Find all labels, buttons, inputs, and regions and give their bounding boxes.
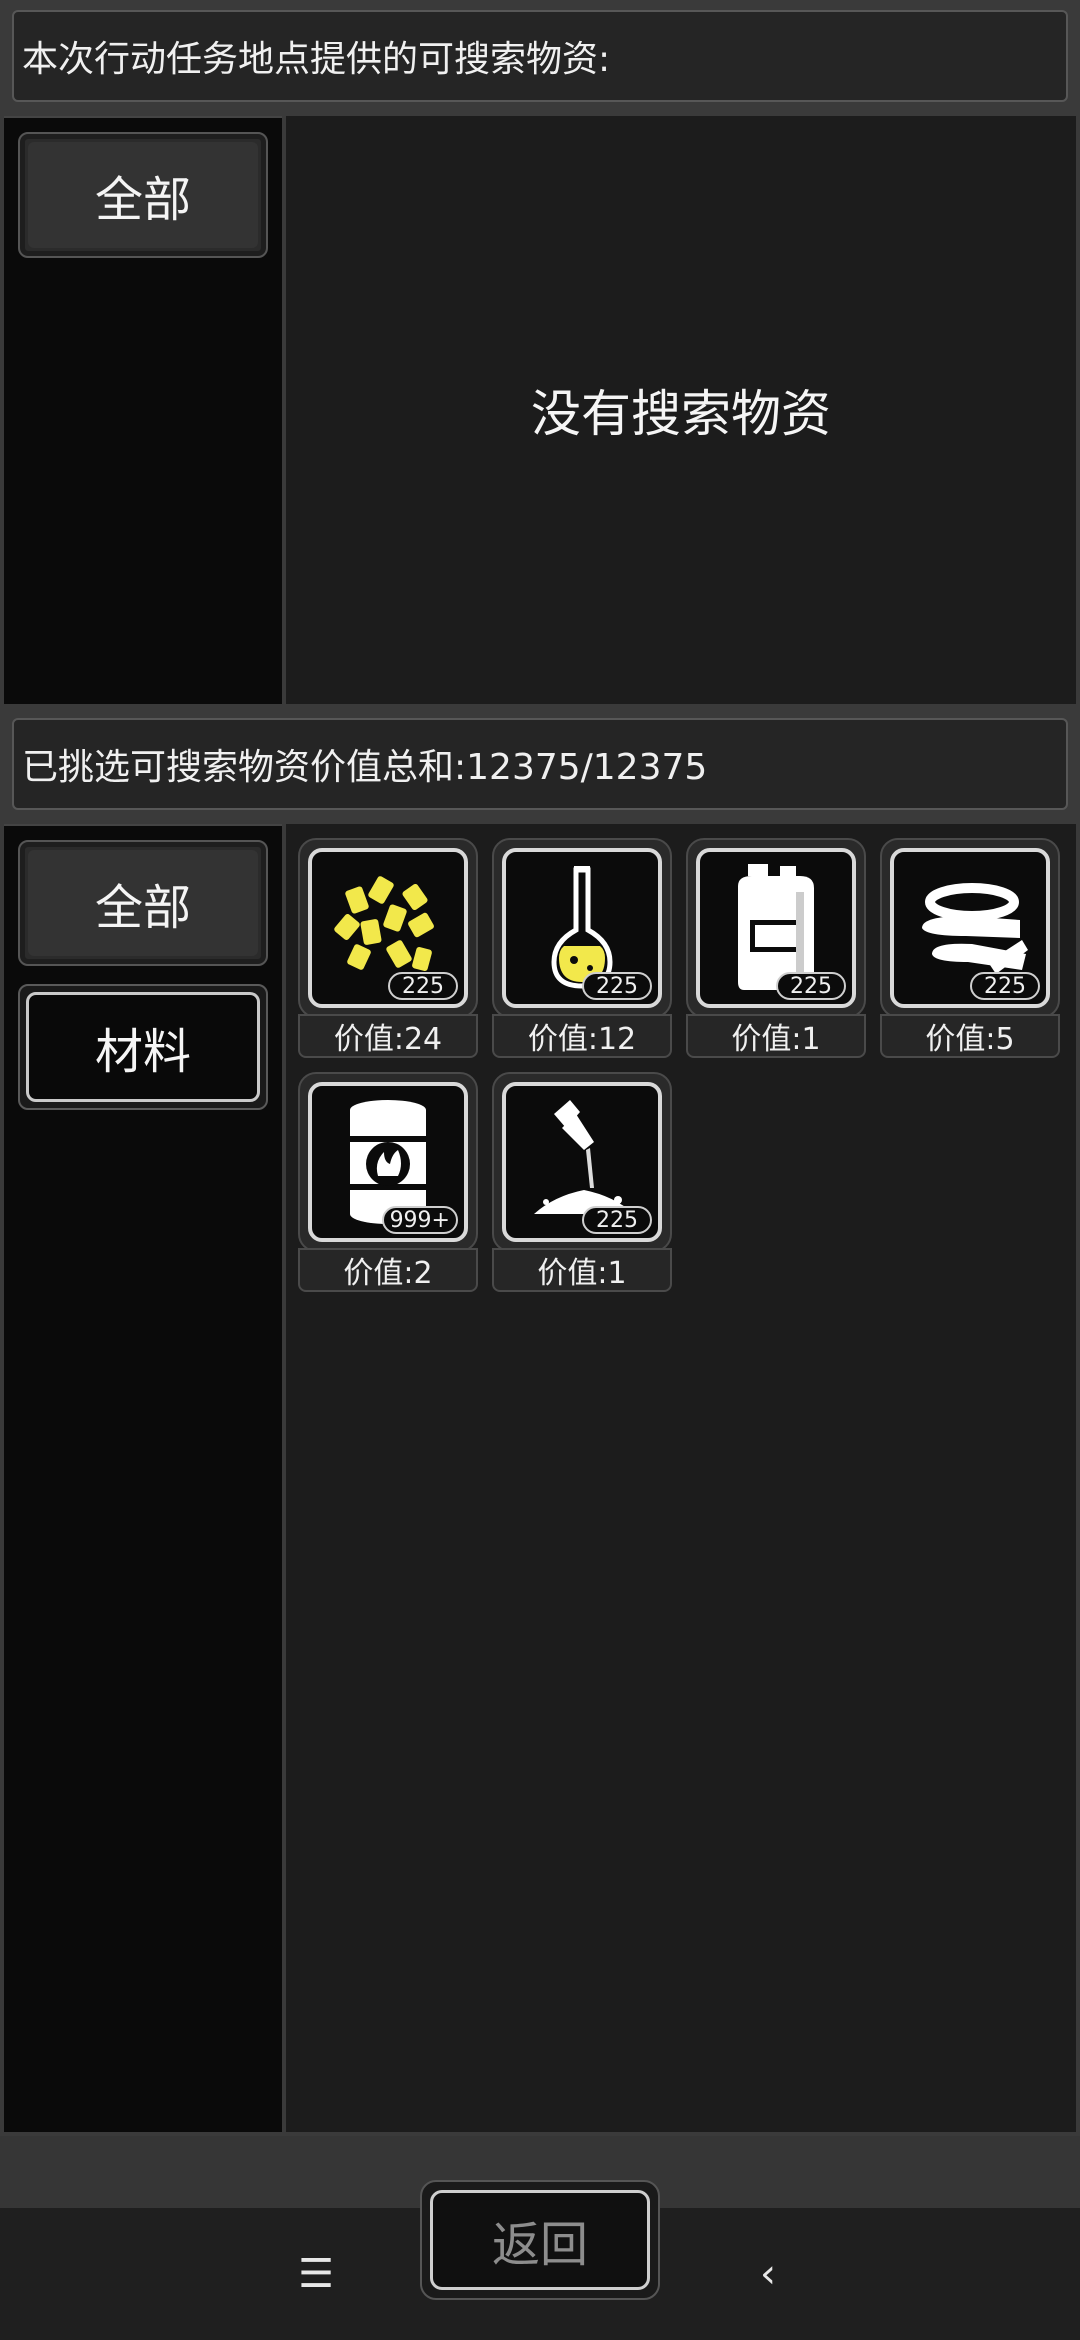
tab-label: 材料 <box>94 1024 191 1080</box>
item-frame: 225 <box>492 838 672 1018</box>
tab-all-selected[interactable]: 全部 <box>18 840 268 966</box>
menu-icon[interactable]: ☰ <box>286 2244 346 2304</box>
item-frame: 225 <box>880 838 1060 1018</box>
available-supplies-content: 没有搜索物资 <box>286 116 1076 704</box>
tab-label: 全部 <box>94 172 191 228</box>
item-value-label: 价值:24 <box>298 1014 478 1058</box>
item-value-label: 价值:1 <box>492 1248 672 1292</box>
supply-item[interactable]: 225 价值:24 <box>298 838 478 1058</box>
selected-supplies-panel: 全部 材料 225 价值:24 225 价值:12 225 价值:1 225 价… <box>0 820 1080 2136</box>
chevron-left-icon[interactable]: ‹ <box>738 2244 798 2304</box>
item-frame: 225 <box>298 838 478 1018</box>
supply-item[interactable]: 999+ 价值:2 <box>298 1072 478 1292</box>
item-icon-box: 225 <box>890 848 1050 1008</box>
item-icon-box: 225 <box>502 1082 662 1242</box>
item-count-badge: 225 <box>582 972 652 1000</box>
item-value-label: 价值:2 <box>298 1248 478 1292</box>
available-supplies-header: 本次行动任务地点提供的可搜索物资: <box>0 0 1080 112</box>
available-supplies-panel: 全部 没有搜索物资 <box>0 112 1080 708</box>
item-icon-box: 225 <box>696 848 856 1008</box>
available-supplies-title: 本次行动任务地点提供的可搜索物资: <box>12 10 1068 102</box>
back-button-label: 返回 <box>430 2190 650 2290</box>
tab-label: 全部 <box>94 880 191 936</box>
back-button[interactable]: 返回 <box>420 2180 660 2300</box>
item-icon-box: 225 <box>502 848 662 1008</box>
item-count-badge: 225 <box>776 972 846 1000</box>
item-frame: 225 <box>686 838 866 1018</box>
item-frame: 999+ <box>298 1072 478 1252</box>
item-value-label: 价值:1 <box>686 1014 866 1058</box>
supply-item[interactable]: 225 价值:1 <box>492 1072 672 1292</box>
selected-value-total: 已挑选可搜索物资价值总和:12375/12375 <box>12 718 1068 810</box>
item-count-badge: 999+ <box>381 1206 458 1234</box>
selected-category-sidebar: 全部 材料 <box>4 824 282 2132</box>
item-count-badge: 225 <box>970 972 1040 1000</box>
item-value-label: 价值:12 <box>492 1014 672 1058</box>
tab-materials[interactable]: 材料 <box>18 984 268 1110</box>
supply-item[interactable]: 225 价值:5 <box>880 838 1060 1058</box>
supply-item[interactable]: 225 价值:1 <box>686 838 866 1058</box>
selected-value-header: 已挑选可搜索物资价值总和:12375/12375 <box>0 708 1080 820</box>
item-frame: 225 <box>492 1072 672 1252</box>
supply-item[interactable]: 225 价值:12 <box>492 838 672 1058</box>
available-category-sidebar: 全部 <box>4 116 282 704</box>
item-count-badge: 225 <box>582 1206 652 1234</box>
tab-all-available[interactable]: 全部 <box>18 132 268 258</box>
item-value-label: 价值:5 <box>880 1014 1060 1058</box>
item-count-badge: 225 <box>388 972 458 1000</box>
empty-state-message: 没有搜索物资 <box>531 385 831 443</box>
item-icon-box: 225 <box>308 848 468 1008</box>
selected-supplies-grid: 225 价值:24 225 价值:12 225 价值:1 225 价值:5 99… <box>286 824 1076 2132</box>
item-icon-box: 999+ <box>308 1082 468 1242</box>
